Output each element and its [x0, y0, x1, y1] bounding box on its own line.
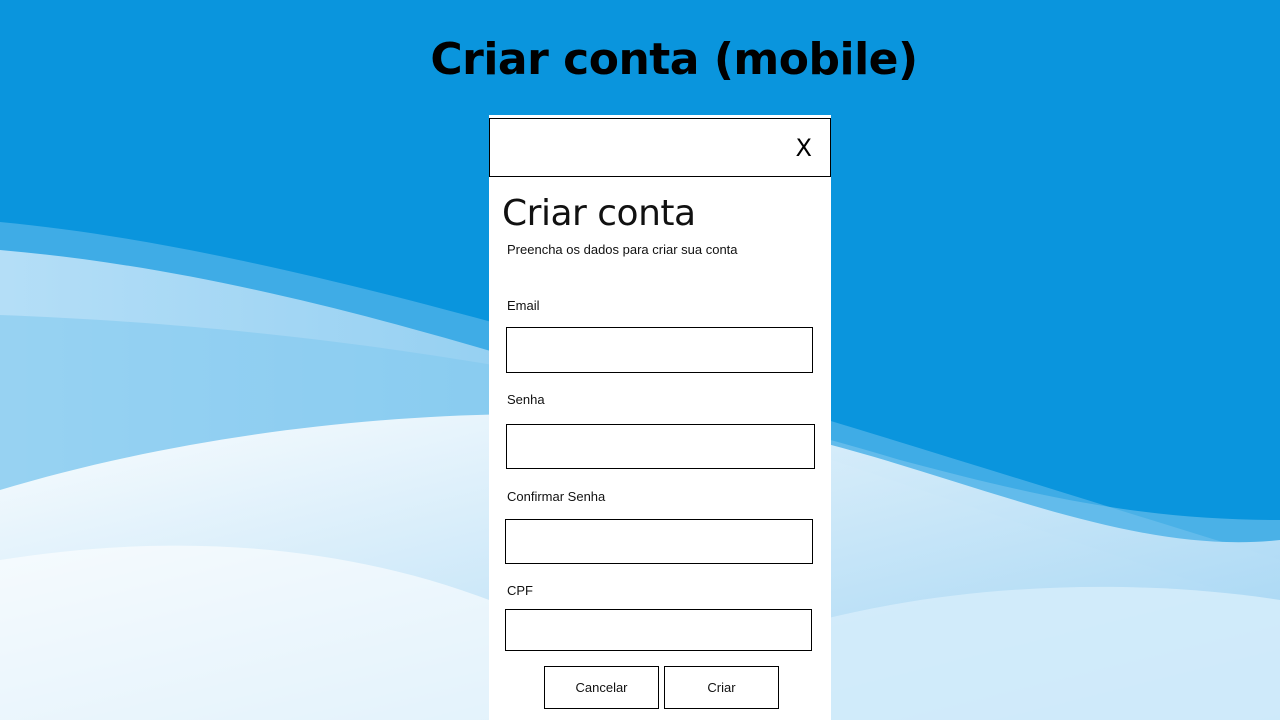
dialog-title: Criar conta [502, 193, 696, 234]
dialog-subtitle: Preencha os dados para criar sua conta [507, 242, 738, 257]
close-button[interactable]: X [796, 134, 812, 162]
password-field[interactable] [506, 424, 815, 469]
cpf-label: CPF [507, 583, 533, 598]
password-label: Senha [507, 392, 545, 407]
confirm-password-field[interactable] [505, 519, 813, 564]
create-button[interactable]: Criar [664, 666, 779, 709]
dialog-header: X [489, 118, 831, 177]
mobile-dialog: X Criar conta Preencha os dados para cri… [489, 115, 831, 720]
confirm-password-label: Confirmar Senha [507, 489, 606, 504]
slide-title: Criar conta (mobile) [430, 34, 918, 85]
email-field[interactable] [506, 327, 813, 373]
cpf-field[interactable] [505, 609, 812, 651]
cancel-button[interactable]: Cancelar [544, 666, 659, 709]
email-label: Email [507, 298, 540, 313]
